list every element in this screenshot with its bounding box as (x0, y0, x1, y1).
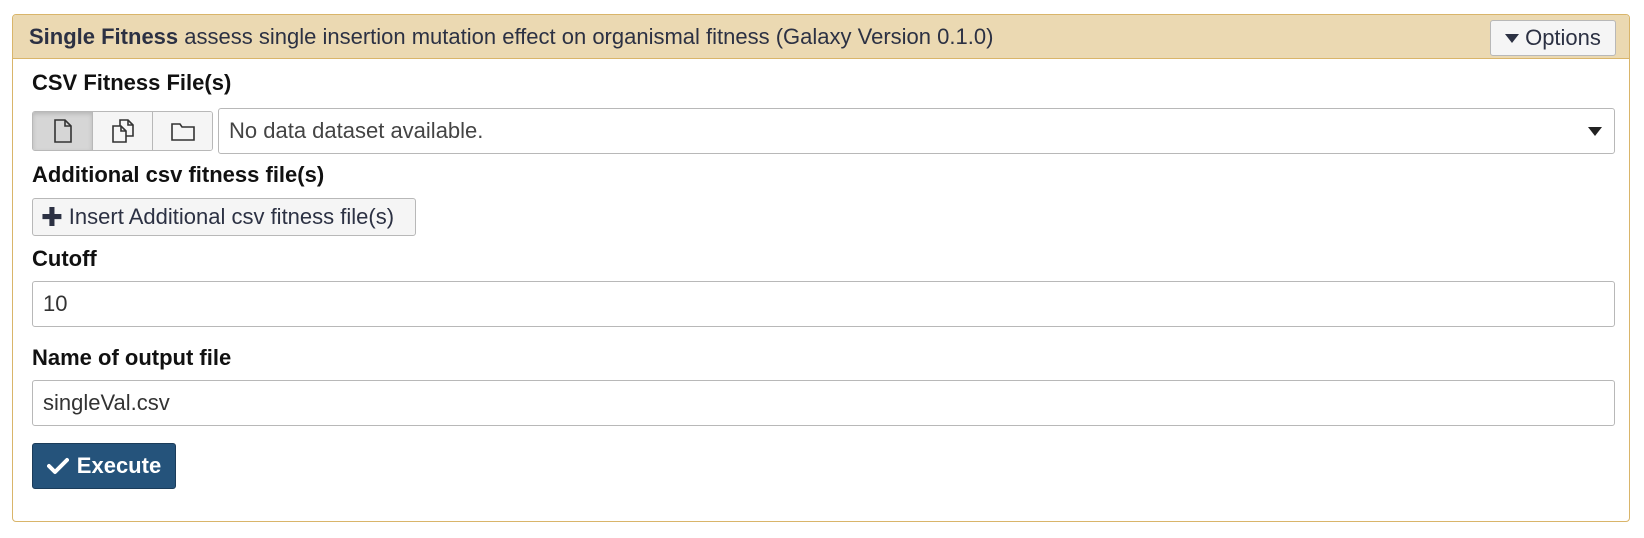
file-icon (53, 119, 72, 143)
chevron-down-icon (1588, 127, 1602, 136)
files-icon (111, 119, 134, 143)
folder-icon (170, 123, 195, 141)
tool-title: Single Fitness assess single insertion m… (29, 24, 993, 50)
csv-fitness-selected-value: No data dataset available. (229, 118, 484, 143)
cutoff-input[interactable] (32, 281, 1615, 327)
caret-down-icon (1505, 33, 1520, 43)
csv-fitness-select[interactable]: No data dataset available. (218, 108, 1615, 154)
output-name-label: Name of output file (32, 345, 232, 370)
cutoff-label: Cutoff (32, 246, 97, 271)
csv-fitness-label: CSV Fitness File(s) (32, 70, 232, 95)
tool-description: assess single insertion mutation effect … (184, 24, 994, 49)
single-dataset-button[interactable] (33, 112, 93, 150)
tool-name: Single Fitness (29, 24, 179, 49)
dataset-source-toggle (32, 111, 213, 151)
additional-files-label: Additional csv fitness file(s) (32, 162, 325, 187)
options-label: Options (1525, 25, 1601, 50)
plus-icon: ✚ (41, 202, 63, 232)
execute-label: Execute (76, 453, 162, 478)
options-button[interactable]: Options (1490, 20, 1616, 56)
insert-additional-label: Insert Additional csv fitness file(s) (68, 204, 395, 229)
multiple-datasets-button[interactable] (93, 112, 153, 150)
execute-button[interactable]: Execute (32, 443, 176, 489)
insert-additional-button[interactable]: ✚ Insert Additional csv fitness file(s) (32, 198, 416, 236)
output-name-input[interactable] (32, 380, 1615, 426)
tool-form-panel: Single Fitness assess single insertion m… (12, 14, 1630, 522)
tool-form-header: Single Fitness assess single insertion m… (13, 15, 1629, 59)
check-icon (46, 458, 69, 474)
dataset-collection-button[interactable] (153, 112, 212, 150)
